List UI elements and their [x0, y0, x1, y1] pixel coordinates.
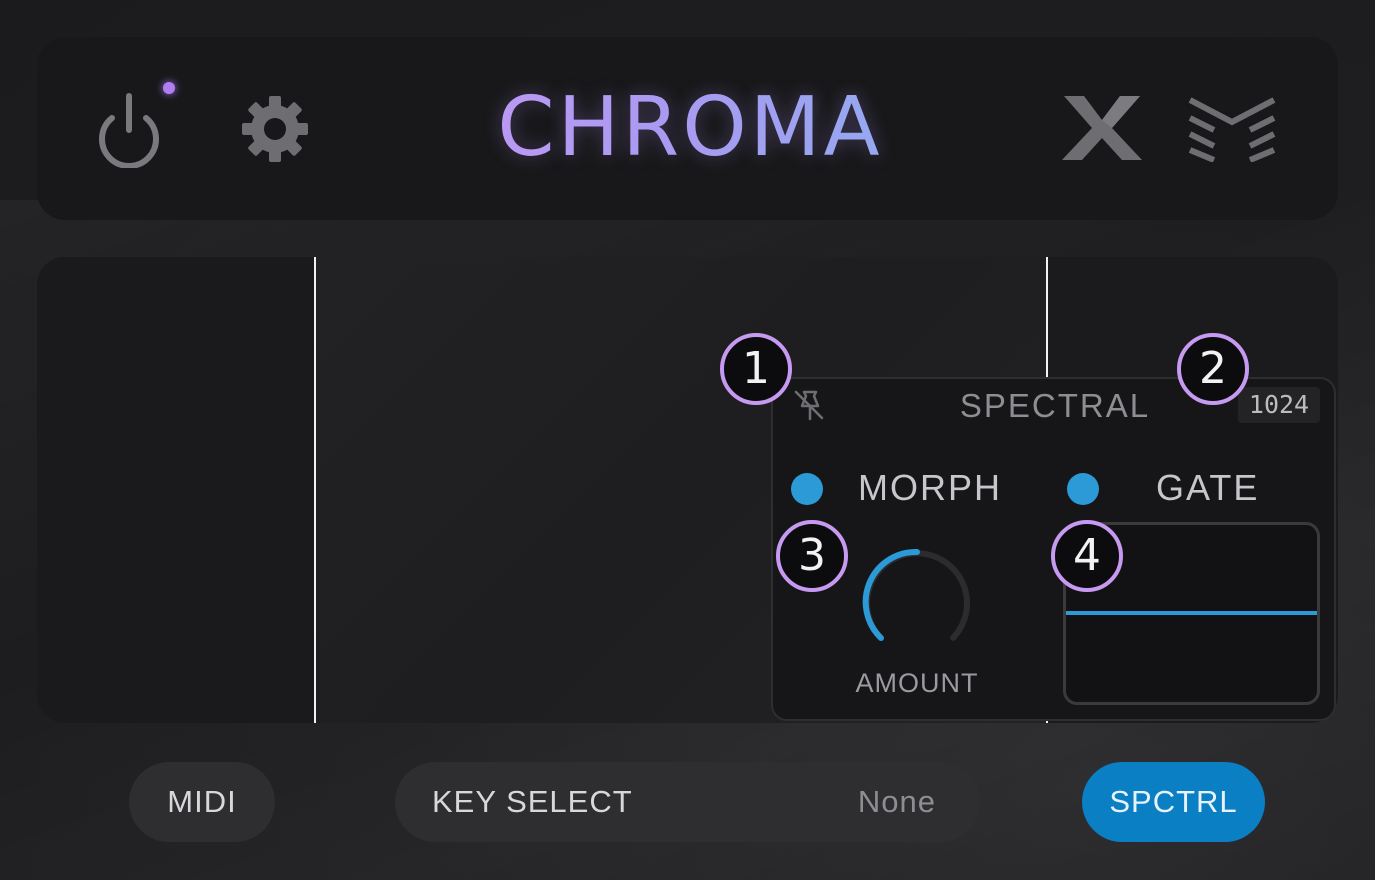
- range-left-marker[interactable]: [314, 257, 316, 723]
- gate-label[interactable]: GATE: [1156, 466, 1259, 510]
- amount-knob[interactable]: [855, 540, 979, 664]
- gate-led[interactable]: [1067, 473, 1099, 505]
- morph-label[interactable]: MORPH: [858, 466, 1002, 510]
- callout-2: 2: [1177, 333, 1249, 405]
- fft-size-selector[interactable]: 1024: [1238, 387, 1320, 423]
- callout-3: 3: [776, 520, 848, 592]
- x-logo-icon[interactable]: [1060, 94, 1144, 162]
- spctrl-button[interactable]: SPCTRL: [1082, 762, 1265, 842]
- gate-threshold-line[interactable]: [1066, 611, 1317, 615]
- callout-1: 1: [720, 333, 792, 405]
- callout-4: 4: [1051, 520, 1123, 592]
- key-select-label: KEY SELECT: [432, 784, 633, 819]
- power-icon[interactable]: [92, 90, 166, 168]
- display-left-region: [37, 257, 314, 723]
- app-logo: CHROMA: [420, 78, 960, 178]
- layers-icon[interactable]: [1186, 94, 1278, 162]
- pin-off-icon[interactable]: [790, 386, 828, 424]
- power-status-dot: [163, 82, 175, 94]
- midi-button[interactable]: MIDI: [129, 762, 275, 842]
- amount-label: AMOUNT: [855, 668, 979, 698]
- panel-title: SPECTRAL: [959, 387, 1151, 424]
- gear-icon[interactable]: [240, 94, 310, 164]
- key-select-value: None: [857, 784, 936, 819]
- morph-led[interactable]: [791, 473, 823, 505]
- key-select-dropdown[interactable]: KEY SELECT None: [395, 762, 980, 842]
